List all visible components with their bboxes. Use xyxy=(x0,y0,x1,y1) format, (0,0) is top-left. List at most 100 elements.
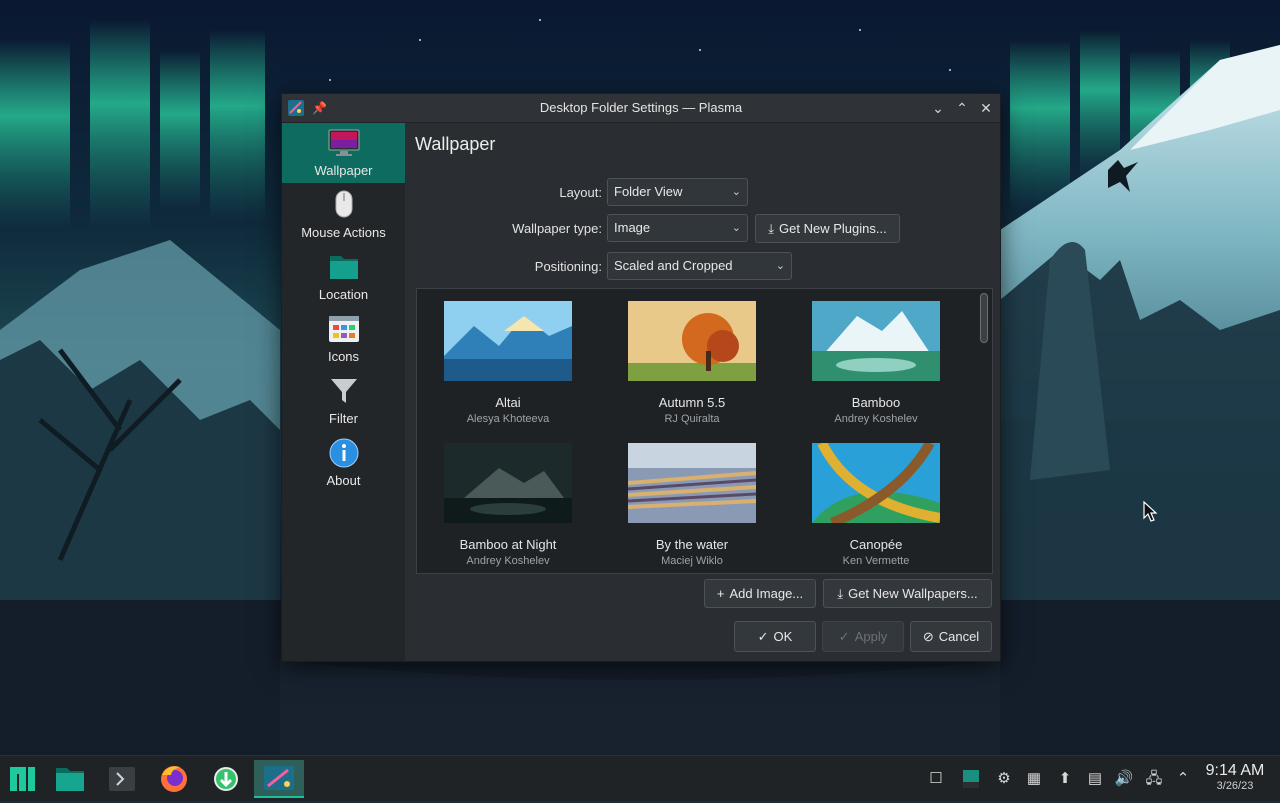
wallpaper-type-combobox[interactable]: Image ⌄ xyxy=(607,214,748,242)
download-icon: ⤓ xyxy=(768,221,775,236)
ok-label: OK xyxy=(773,629,793,644)
close-button[interactable]: ✕ xyxy=(976,98,996,118)
show-desktop-icon[interactable]: ☐ xyxy=(925,768,947,790)
filter-icon xyxy=(331,379,357,403)
sidebar-item-label: Wallpaper xyxy=(314,163,373,178)
icons-grid-icon xyxy=(329,316,359,342)
wallpaper-thumbnail xyxy=(812,301,940,381)
cancel-button[interactable]: ⊘ Cancel xyxy=(910,621,992,652)
add-image-button[interactable]: + Add Image... xyxy=(704,579,816,608)
get-new-wallpapers-button[interactable]: ⤓ Get New Wallpapers... xyxy=(823,579,992,608)
sidebar: Wallpaper Mouse Actions Location Icons F… xyxy=(282,123,405,661)
checkmark-icon: ✓ xyxy=(838,629,850,644)
file-manager-icon xyxy=(56,768,84,791)
apply-button[interactable]: ✓ Apply xyxy=(822,621,904,652)
apply-label: Apply xyxy=(854,629,888,644)
wallpaper-name: Bamboo at Night xyxy=(459,537,557,552)
sidebar-item-label: Location xyxy=(318,287,369,302)
chevron-down-icon: ⌄ xyxy=(731,222,741,234)
application-launcher-icon xyxy=(10,767,35,791)
sidebar-item-icons[interactable]: Icons xyxy=(282,309,405,369)
wallpaper-tile-canopee[interactable]: Canopée Ken Vermette xyxy=(786,431,966,571)
wallpaper-thumbnail xyxy=(812,443,940,523)
wallpaper-tile-altai[interactable]: Altai Alesya Khoteeva xyxy=(418,289,598,429)
add-image-label: Add Image... xyxy=(729,586,804,601)
pager-icon[interactable] xyxy=(960,768,982,790)
firefox-button[interactable] xyxy=(154,760,194,798)
software-center-icon xyxy=(214,767,238,791)
cancel-icon: ⊘ xyxy=(922,629,934,644)
pager-graphic xyxy=(963,770,979,788)
wallpaper-tile-bamboo-at-night[interactable]: Bamboo at Night Andrey Koshelev xyxy=(418,431,598,571)
wallpaper-grid[interactable]: Altai Alesya Khoteeva Autumn 5.5 RJ Quir… xyxy=(416,288,993,574)
chevron-up-icon[interactable]: ⌃ xyxy=(1172,768,1194,790)
wallpaper-name: By the water xyxy=(655,537,729,552)
desktop-folder-settings-window: 📌 Desktop Folder Settings — Plasma ⌄ ⌃ ✕… xyxy=(281,93,1001,662)
sidebar-item-mouse-actions[interactable]: Mouse Actions xyxy=(282,185,405,245)
wallpaper-tile-bamboo[interactable]: Bamboo Andrey Koshelev xyxy=(786,289,966,429)
get-new-plugins-label: Get New Plugins... xyxy=(779,221,887,236)
taskbar: ☐ ⚙ ▦ ⬆ ▤ 🔊 🖧 ⌃ xyxy=(0,755,1280,801)
sidebar-item-label: Icons xyxy=(327,349,360,364)
sidebar-item-filter[interactable]: Filter xyxy=(282,371,405,431)
plasma-settings-icon xyxy=(264,766,294,790)
info-icon xyxy=(329,438,359,468)
wallpaper-tile-autumn[interactable]: Autumn 5.5 RJ Quiralta xyxy=(602,289,782,429)
wallpaper-name: Canopée xyxy=(849,537,903,552)
sidebar-item-label: Filter xyxy=(329,411,358,426)
wallpaper-thumbnail xyxy=(444,301,572,381)
window-title: Desktop Folder Settings — Plasma xyxy=(539,100,743,115)
wallpaper-author: Andrey Koshelev xyxy=(834,413,918,425)
terminal-button[interactable] xyxy=(102,760,142,798)
checkmark-icon: ✓ xyxy=(757,629,769,644)
volume-icon[interactable]: 🔊 xyxy=(1113,768,1135,790)
network-icon[interactable]: 🖧 xyxy=(1143,768,1165,790)
get-new-wallpapers-label: Get New Wallpapers... xyxy=(848,586,978,601)
mouse-cursor-icon xyxy=(1143,501,1158,522)
chevron-down-icon: ⌄ xyxy=(731,186,741,198)
clipboard-icon[interactable]: ▤ xyxy=(1084,768,1106,790)
layout-label: Layout: xyxy=(559,185,602,200)
wallpaper-thumbnail xyxy=(628,301,756,381)
maximize-button[interactable]: ⌃ xyxy=(952,98,972,118)
firefox-icon xyxy=(161,766,187,792)
application-launcher-button[interactable] xyxy=(2,760,42,798)
grid-scrollbar[interactable] xyxy=(980,293,988,569)
sidebar-item-wallpaper[interactable]: Wallpaper xyxy=(282,123,405,183)
wallpaper-thumbnail xyxy=(628,443,756,523)
wallpaper-thumbnail xyxy=(444,443,572,523)
clock-time[interactable]: 9:14 AM xyxy=(1196,762,1274,780)
terminal-icon xyxy=(109,767,135,791)
mouse-icon xyxy=(335,190,353,218)
get-new-plugins-button[interactable]: ⤓ Get New Plugins... xyxy=(755,214,900,243)
file-manager-button[interactable] xyxy=(50,760,90,798)
clipboard-manager-icon[interactable]: ▦ xyxy=(1023,768,1045,790)
wallpaper-author: Andrey Koshelev xyxy=(466,555,550,567)
clock-date[interactable]: 3/26/23 xyxy=(1196,780,1274,792)
minimize-button[interactable]: ⌄ xyxy=(928,98,948,118)
positioning-combobox[interactable]: Scaled and Cropped ⌄ xyxy=(607,252,792,280)
sidebar-item-about[interactable]: About xyxy=(282,433,405,493)
layout-combobox[interactable]: Folder View ⌄ xyxy=(607,178,748,206)
wallpaper-author: Alesya Khoteeva xyxy=(466,413,550,425)
chevron-down-icon: ⌄ xyxy=(775,260,785,272)
scrollbar-thumb[interactable] xyxy=(980,293,988,343)
updates-icon[interactable]: ⬆ xyxy=(1054,768,1076,790)
wallpaper-tile-by-the-water[interactable]: By the water Maciej Wiklo xyxy=(602,431,782,571)
sidebar-item-label: Mouse Actions xyxy=(301,225,386,240)
wallpaper-name: Autumn 5.5 xyxy=(658,395,726,410)
folder-icon xyxy=(330,256,358,279)
positioning-value: Scaled and Cropped xyxy=(614,258,733,273)
plasma-settings-task-button[interactable] xyxy=(254,760,304,798)
software-center-button[interactable] xyxy=(206,760,246,798)
plus-icon: + xyxy=(716,586,725,601)
page-title: Wallpaper xyxy=(415,134,496,154)
positioning-label: Positioning: xyxy=(534,259,602,274)
ok-button[interactable]: ✓ OK xyxy=(734,621,816,652)
title-bar[interactable]: 📌 Desktop Folder Settings — Plasma ⌄ ⌃ ✕ xyxy=(282,94,1000,123)
wallpaper-name: Bamboo xyxy=(851,395,901,410)
sidebar-item-location[interactable]: Location xyxy=(282,247,405,307)
cancel-label: Cancel xyxy=(938,629,980,644)
kde-connect-icon[interactable]: ⚙ xyxy=(993,768,1015,790)
wallpaper-author: Ken Vermette xyxy=(842,555,910,567)
